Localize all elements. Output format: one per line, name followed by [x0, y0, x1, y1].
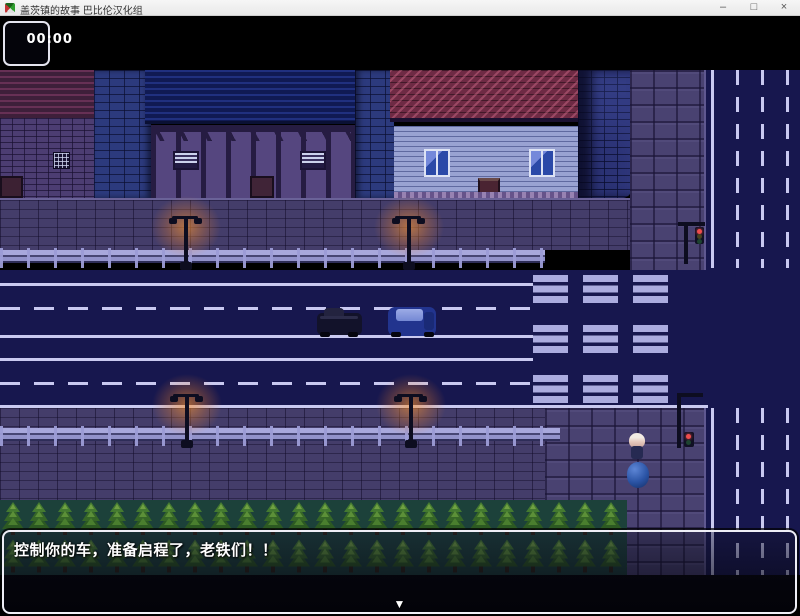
street-lamp-icon [185, 396, 189, 446]
vroad-dash [786, 70, 789, 268]
road-line-mid1 [0, 335, 533, 338]
minimize-button[interactable]: – [708, 0, 738, 16]
street-lamp-icon [409, 396, 413, 446]
building-b-window-right [300, 151, 326, 170]
dialogue-text: 控制你的车，准备启程了，老铁们！！ [14, 539, 278, 560]
street-lamp-icon [184, 218, 188, 268]
car-windshield [396, 309, 423, 321]
building-d-wall [578, 70, 632, 198]
crosswalk-stripe [583, 325, 618, 353]
building-c-window-right [529, 149, 555, 177]
vroad-dash [736, 70, 739, 268]
street-lamp-bulb [417, 218, 425, 224]
maximize-button[interactable]: □ [739, 0, 769, 16]
window-title: 盖茨镇的故事 巴比伦汉化组 [20, 2, 143, 17]
vroad-edge-upper [711, 70, 714, 268]
street-lamp-bulb [170, 396, 178, 402]
stone-column-a [94, 70, 151, 198]
street-lamp-bulb [394, 396, 402, 402]
title-bar: 盖茨镇的故事 巴比伦汉化组 – □ × [0, 0, 800, 16]
street-lamp-icon [407, 218, 411, 268]
dialogue-advance-cursor[interactable]: ▼ [394, 597, 406, 611]
building-b-door [250, 176, 274, 198]
crosswalk-stripe [633, 375, 668, 403]
building-a-door [0, 176, 23, 198]
blue-barrel [627, 462, 649, 488]
vroad-dash [761, 70, 764, 268]
street-lamp-base [180, 262, 192, 270]
building-b-roof [145, 70, 358, 124]
road-line-mid2 [0, 358, 533, 361]
car-wheel [424, 332, 434, 337]
building-a-window [53, 152, 70, 169]
building-b-braces [151, 132, 355, 141]
curb-vertical-road [704, 70, 706, 270]
game-canvas[interactable] [0, 16, 800, 616]
crosswalk-stripe [633, 325, 668, 353]
truck-wheel [348, 332, 358, 337]
road-dash-lower [0, 382, 533, 385]
crosswalk-stripe [583, 375, 618, 403]
npc-body [631, 446, 643, 459]
street-lamp-bulb [194, 218, 202, 224]
game-window: 盖茨镇的故事 巴比伦汉化组 – □ × [0, 0, 800, 616]
street-lamp-base [405, 440, 417, 448]
clock-value: 00:00 [27, 32, 73, 47]
street-lamp-bulb [392, 218, 400, 224]
app-icon [5, 3, 15, 13]
truck-wheel [320, 332, 330, 337]
building-b-window-left [173, 151, 199, 170]
close-button[interactable]: × [769, 0, 799, 16]
car-trunk [424, 312, 434, 330]
dialogue-box[interactable]: 控制你的车，准备启程了，老铁们！！ ▼ [2, 530, 797, 614]
crosswalk-stripe [533, 375, 568, 403]
crosswalk-stripe [633, 275, 668, 303]
crosswalk-stripe [533, 275, 568, 303]
street-lamp-base [403, 262, 415, 270]
road-dash-upper [0, 307, 533, 310]
clock-window: 00:00 [3, 21, 50, 66]
building-b-top-beam [151, 125, 355, 132]
sidewalk-top [0, 198, 632, 250]
guardrail-bottom [0, 426, 560, 446]
road-line-top [0, 283, 533, 286]
stone-column-b [355, 70, 394, 198]
sidewalk-bottom-strip [0, 408, 545, 500]
guardrail-top [0, 248, 545, 268]
building-a-roof [0, 70, 99, 118]
building-c-window-left [424, 149, 450, 177]
truck-highlight [320, 316, 358, 319]
street-lamp-bulb [169, 218, 177, 224]
street-lamp-bulb [419, 396, 427, 402]
street-lamp-base [181, 440, 193, 448]
street-lamp-bulb [195, 396, 203, 402]
car-wheel [391, 332, 401, 337]
building-c-roof [390, 70, 584, 122]
crosswalk-stripe [533, 325, 568, 353]
crosswalk-stripe [583, 275, 618, 303]
